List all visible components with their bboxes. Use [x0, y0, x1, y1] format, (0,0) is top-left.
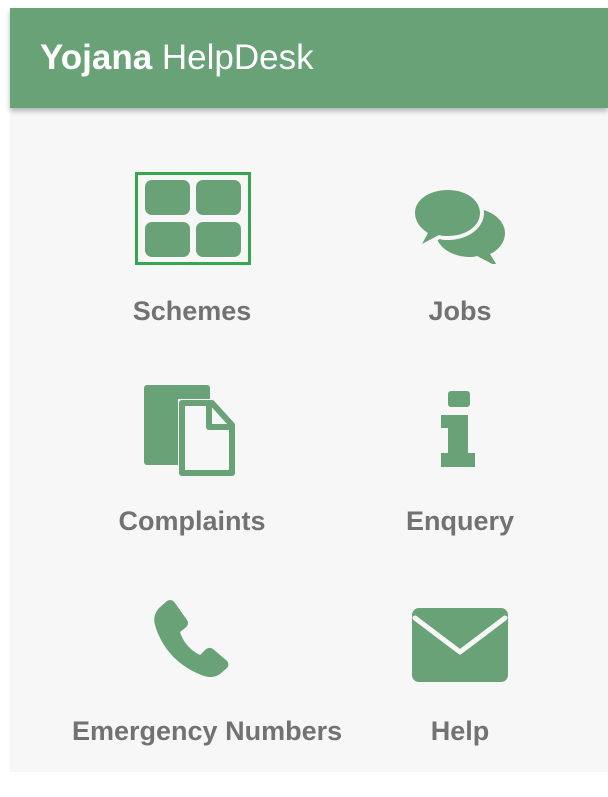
info-icon — [441, 391, 475, 467]
menu-item-help[interactable]: Help — [340, 568, 580, 758]
menu-item-label: Emergency Numbers — [72, 716, 343, 746]
chat-bubbles-icon — [411, 186, 505, 264]
app-title-bold: Yojana — [40, 38, 153, 77]
phone-icon — [154, 599, 229, 677]
menu-item-label: Jobs — [428, 296, 492, 326]
grid-icon — [145, 180, 241, 257]
menu-item-jobs[interactable]: Jobs — [340, 148, 580, 338]
menu-item-label: Help — [430, 716, 490, 746]
menu-item-enquery[interactable]: Enquery — [340, 358, 580, 548]
menu-item-label: Enquery — [405, 506, 515, 536]
app-bar: Yojana HelpDesk — [10, 8, 608, 108]
app-title-rest: HelpDesk — [161, 38, 314, 77]
documents-icon — [144, 385, 236, 477]
menu-grid: Schemes Jobs Complaints Enquery Emergenc… — [10, 108, 608, 772]
menu-item-label: Schemes — [132, 296, 252, 326]
menu-item-emergency-numbers[interactable]: Emergency Numbers — [72, 568, 343, 758]
screen: Yojana HelpDesk Schemes Jobs Complaints … — [0, 0, 608, 797]
menu-item-complaints[interactable]: Complaints — [72, 358, 312, 548]
menu-item-label: Complaints — [118, 506, 266, 536]
envelope-icon — [412, 608, 508, 682]
app-title: Yojana HelpDesk — [40, 36, 314, 80]
menu-item-schemes[interactable]: Schemes — [72, 148, 312, 338]
